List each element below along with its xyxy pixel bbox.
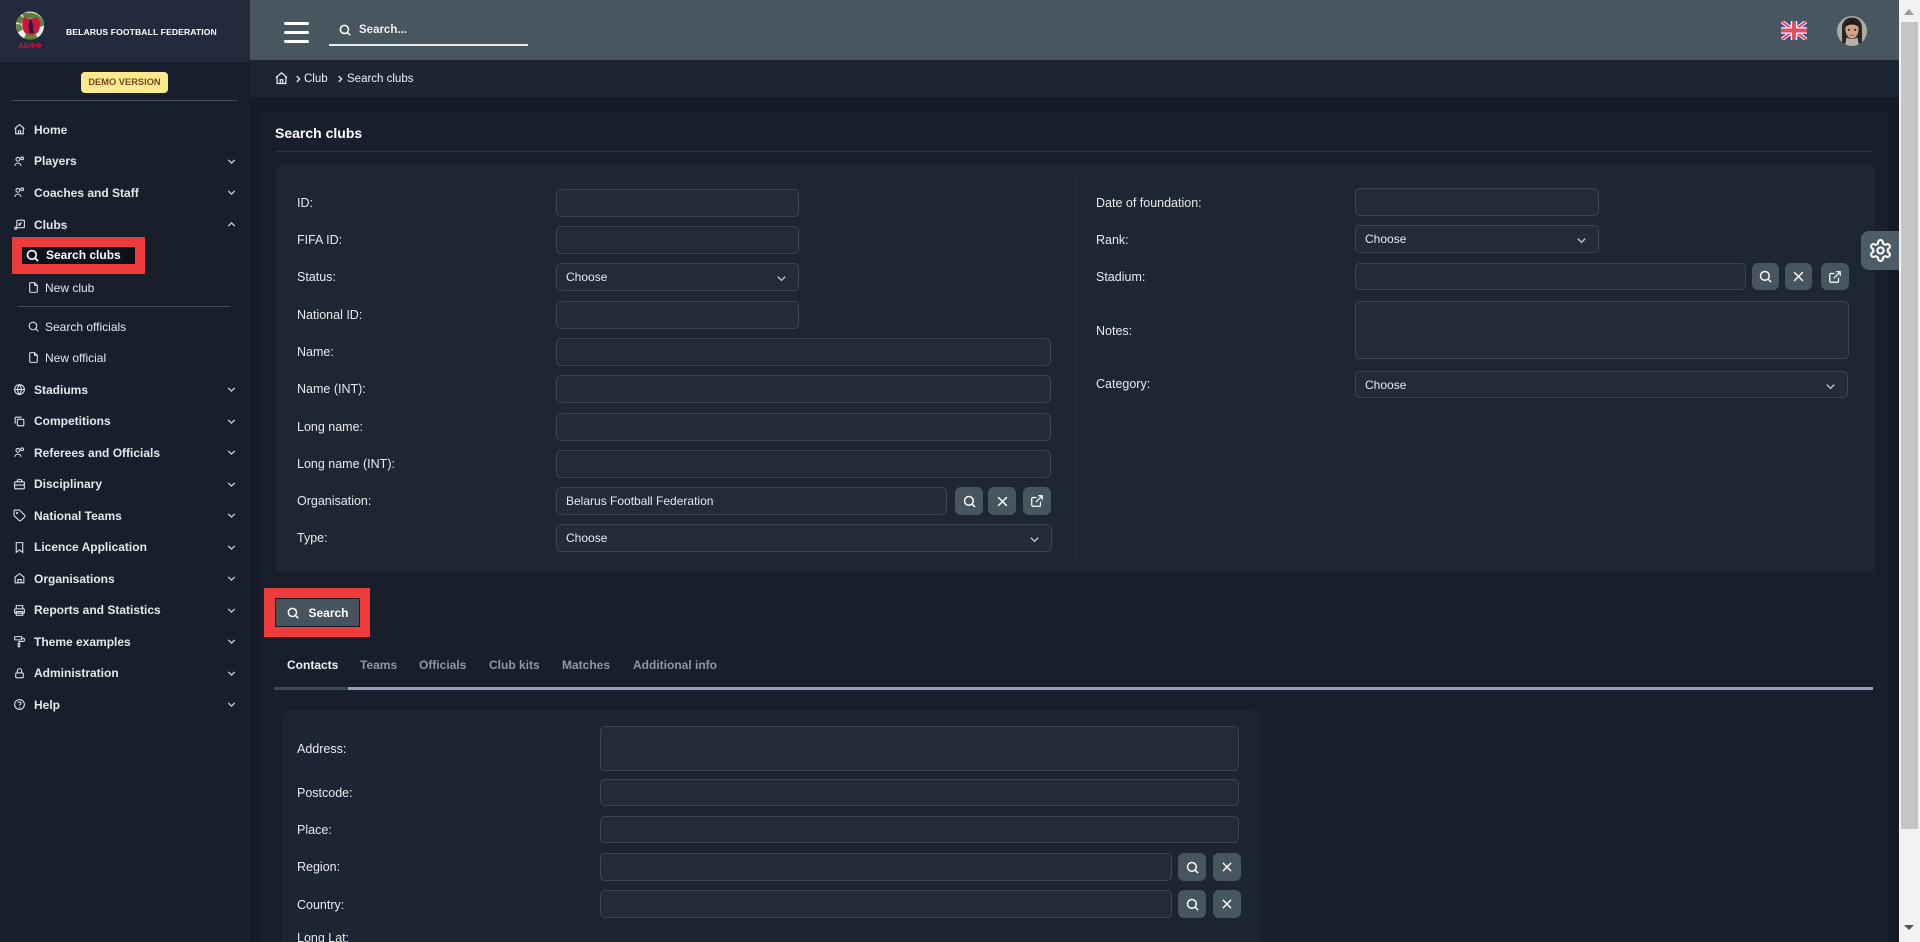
svg-text:АБФФ: АБФФ bbox=[18, 41, 42, 49]
